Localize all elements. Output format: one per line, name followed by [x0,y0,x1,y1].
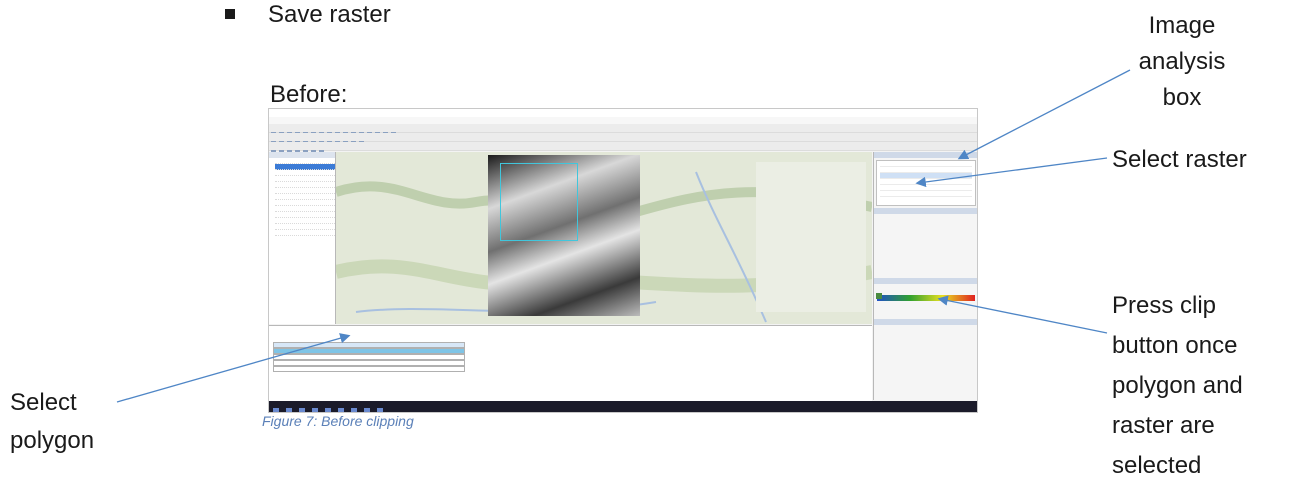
callout-arrows [116,69,1131,403]
arrow-image-analysis [957,69,1131,160]
arrow-select-polygon [116,333,351,403]
arrow-select-raster [915,157,1108,188]
arrow-clip-button [937,295,1108,334]
